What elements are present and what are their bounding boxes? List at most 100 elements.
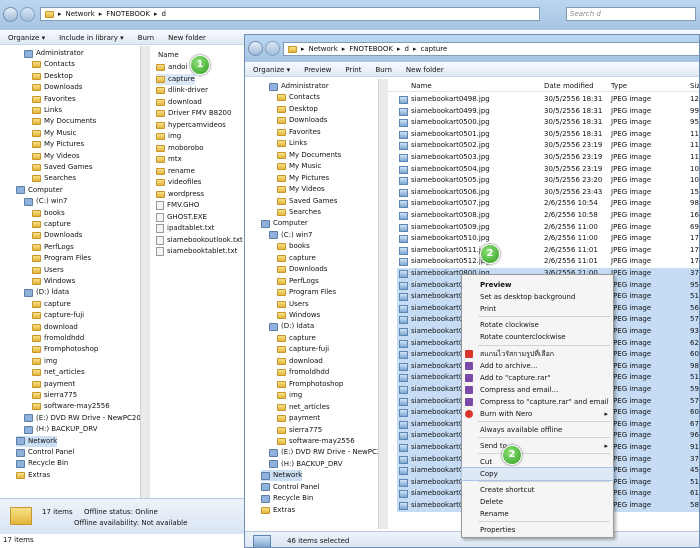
nav-item[interactable]: download: [32, 322, 78, 333]
table-row[interactable]: siamebookart0504.jpg 30/5/2556 23:19 JPEG …: [397, 164, 699, 176]
nav-item[interactable]: Fromphotoshop: [32, 344, 98, 355]
table-row[interactable]: siamebookart0508.jpg 2/6/2556 10:58 JPEG i…: [397, 210, 699, 222]
menu-item-preview[interactable]: Preview: [462, 279, 613, 291]
breadcrumb-item[interactable]: capture: [421, 45, 448, 53]
file-item[interactable]: GHOST.EXE: [156, 212, 207, 223]
nav-item[interactable]: Saved Games: [277, 196, 337, 207]
nav-item[interactable]: My Music: [277, 161, 321, 172]
nav-item[interactable]: Searches: [277, 207, 321, 218]
nav-item[interactable]: Extras: [16, 470, 50, 481]
table-row[interactable]: siamebookart0512.jpg 2/6/2556 11:01 JPEG i…: [397, 256, 699, 268]
breadcrumb-separator[interactable]: ▸: [342, 45, 346, 53]
menu-item-rotate-ccw[interactable]: Rotate counterclockwise: [462, 331, 613, 343]
nav-item[interactable]: (C:) win7: [24, 196, 68, 207]
nav-item[interactable]: Program Files: [32, 253, 91, 264]
nav-item[interactable]: books: [32, 208, 65, 219]
menu-item-rotate-cw[interactable]: Rotate clockwise: [462, 319, 613, 331]
table-row[interactable]: siamebookart0511.jpg 2/6/2556 11:01 JPEG i…: [397, 245, 699, 257]
nav-item[interactable]: My Videos: [32, 151, 80, 162]
back-back-button[interactable]: [3, 7, 18, 22]
nav-item[interactable]: (H:) BACKUP_DRV: [24, 424, 98, 435]
nav-item[interactable]: capture: [277, 333, 316, 344]
nav-item[interactable]: (E:) DVD RW Drive - NewPC2013v1: [269, 447, 384, 458]
front-forward-button[interactable]: [265, 41, 280, 56]
nav-item[interactable]: download: [277, 356, 323, 367]
breadcrumb-item[interactable]: FNOTEBOOK: [349, 45, 393, 53]
nav-item[interactable]: Users: [32, 265, 64, 276]
nav-item[interactable]: books: [277, 241, 310, 252]
nav-item[interactable]: My Documents: [277, 150, 341, 161]
back-new-folder-button[interactable]: New folder: [168, 34, 206, 42]
file-item[interactable]: moborobo: [156, 143, 204, 154]
table-row[interactable]: siamebookart0505.jpg 30/5/2556 23:20 JPEG …: [397, 175, 699, 187]
menu-item-create-shortcut[interactable]: Create shortcut: [462, 484, 613, 496]
nav-item[interactable]: Favorites: [32, 94, 76, 105]
table-row[interactable]: siamebookart0498.jpg 30/5/2556 18:31 JPEG …: [397, 94, 699, 106]
menu-item-compress-rar-email[interactable]: Compress to "capture.rar" and email: [462, 396, 613, 408]
breadcrumb-separator[interactable]: ▸: [154, 10, 158, 18]
nav-item[interactable]: capture: [32, 219, 71, 230]
nav-item[interactable]: capture: [277, 253, 316, 264]
nav-item[interactable]: Administrator: [269, 81, 329, 92]
nav-item[interactable]: Desktop: [32, 71, 73, 82]
back-column-name[interactable]: Name: [158, 51, 179, 59]
nav-item[interactable]: (D:) ldata: [269, 321, 314, 332]
nav-item[interactable]: (H:) BACKUP_DRV: [269, 459, 343, 470]
nav-item[interactable]: Recycle Bin: [16, 458, 68, 469]
nav-item[interactable]: PerfLogs: [277, 276, 319, 287]
nav-item[interactable]: Downloads: [32, 230, 82, 241]
nav-item[interactable]: sierra775: [277, 425, 322, 436]
breadcrumb-separator[interactable]: ▸: [99, 10, 103, 18]
front-new-folder-button[interactable]: New folder: [406, 66, 444, 74]
nav-item[interactable]: Downloads: [277, 115, 327, 126]
nav-item[interactable]: Favorites: [277, 127, 321, 138]
back-address-bar[interactable]: ▸ Network ▸ FNOTEBOOK ▸ d: [40, 7, 540, 21]
nav-item[interactable]: (D:) ldata: [24, 287, 69, 298]
nav-item[interactable]: Contacts: [32, 59, 75, 70]
nav-item[interactable]: net_articles: [32, 367, 85, 378]
nav-item[interactable]: Downloads: [277, 264, 327, 275]
back-include-library-button[interactable]: Include in library ▾: [59, 34, 124, 42]
nav-item[interactable]: fromoldhdd: [32, 333, 84, 344]
back-forward-button[interactable]: [20, 7, 35, 22]
nav-item[interactable]: fromoldhdd: [277, 367, 329, 378]
nav-item[interactable]: Computer: [261, 218, 308, 229]
nav-item[interactable]: payment: [277, 413, 320, 424]
nav-item[interactable]: Links: [277, 138, 307, 149]
nav-item[interactable]: Saved Games: [32, 162, 92, 173]
nav-item[interactable]: Windows: [32, 276, 75, 287]
breadcrumb-separator[interactable]: ▸: [397, 45, 401, 53]
table-row[interactable]: siamebookart0509.jpg 2/6/2556 11:00 JPEG i…: [397, 222, 699, 234]
nav-item[interactable]: (C:) win7: [269, 230, 313, 241]
menu-item-scan-virus[interactable]: สแกนไวรัสกามรูปที่เลือก: [462, 348, 613, 360]
file-item[interactable]: mtx: [156, 154, 182, 165]
nav-item[interactable]: Contacts: [277, 92, 320, 103]
back-search-input[interactable]: Search d: [566, 7, 696, 21]
front-address-bar[interactable]: ▸ Network ▸ FNOTEBOOK ▸ d ▸ capture: [283, 42, 699, 56]
menu-item-available-offline[interactable]: Always available offline: [462, 424, 613, 436]
nav-item[interactable]: Desktop: [277, 104, 318, 115]
breadcrumb-item[interactable]: FNOTEBOOK: [106, 10, 150, 18]
nav-item[interactable]: capture: [32, 299, 71, 310]
breadcrumb-item[interactable]: Network: [66, 10, 95, 18]
table-row[interactable]: siamebookart0510.jpg 2/6/2556 11:00 JPEG i…: [397, 233, 699, 245]
breadcrumb-separator[interactable]: ▸: [301, 45, 305, 53]
file-item[interactable]: ipadtablet.txt: [156, 223, 214, 234]
file-item[interactable]: capture: [156, 73, 195, 85]
nav-item[interactable]: My Documents: [32, 116, 96, 127]
column-date-modified[interactable]: Date modified: [544, 82, 594, 90]
nav-item[interactable]: Downloads: [32, 82, 82, 93]
file-item[interactable]: download: [156, 97, 202, 108]
menu-item-delete[interactable]: Delete: [462, 496, 613, 508]
front-organize-button[interactable]: Organize ▾: [253, 66, 290, 74]
menu-item-set-background[interactable]: Set as desktop background: [462, 291, 613, 303]
nav-item[interactable]: Network: [16, 435, 58, 447]
back-organize-button[interactable]: Organize ▾: [8, 34, 45, 42]
nav-item[interactable]: img: [32, 356, 57, 367]
nav-item[interactable]: Control Panel: [16, 447, 74, 458]
file-item[interactable]: videofiles: [156, 177, 201, 188]
menu-item-print[interactable]: Print: [462, 303, 613, 315]
breadcrumb-item[interactable]: d: [162, 10, 166, 18]
menu-item-cut[interactable]: Cut: [462, 456, 613, 468]
column-size[interactable]: Size: [690, 82, 699, 90]
